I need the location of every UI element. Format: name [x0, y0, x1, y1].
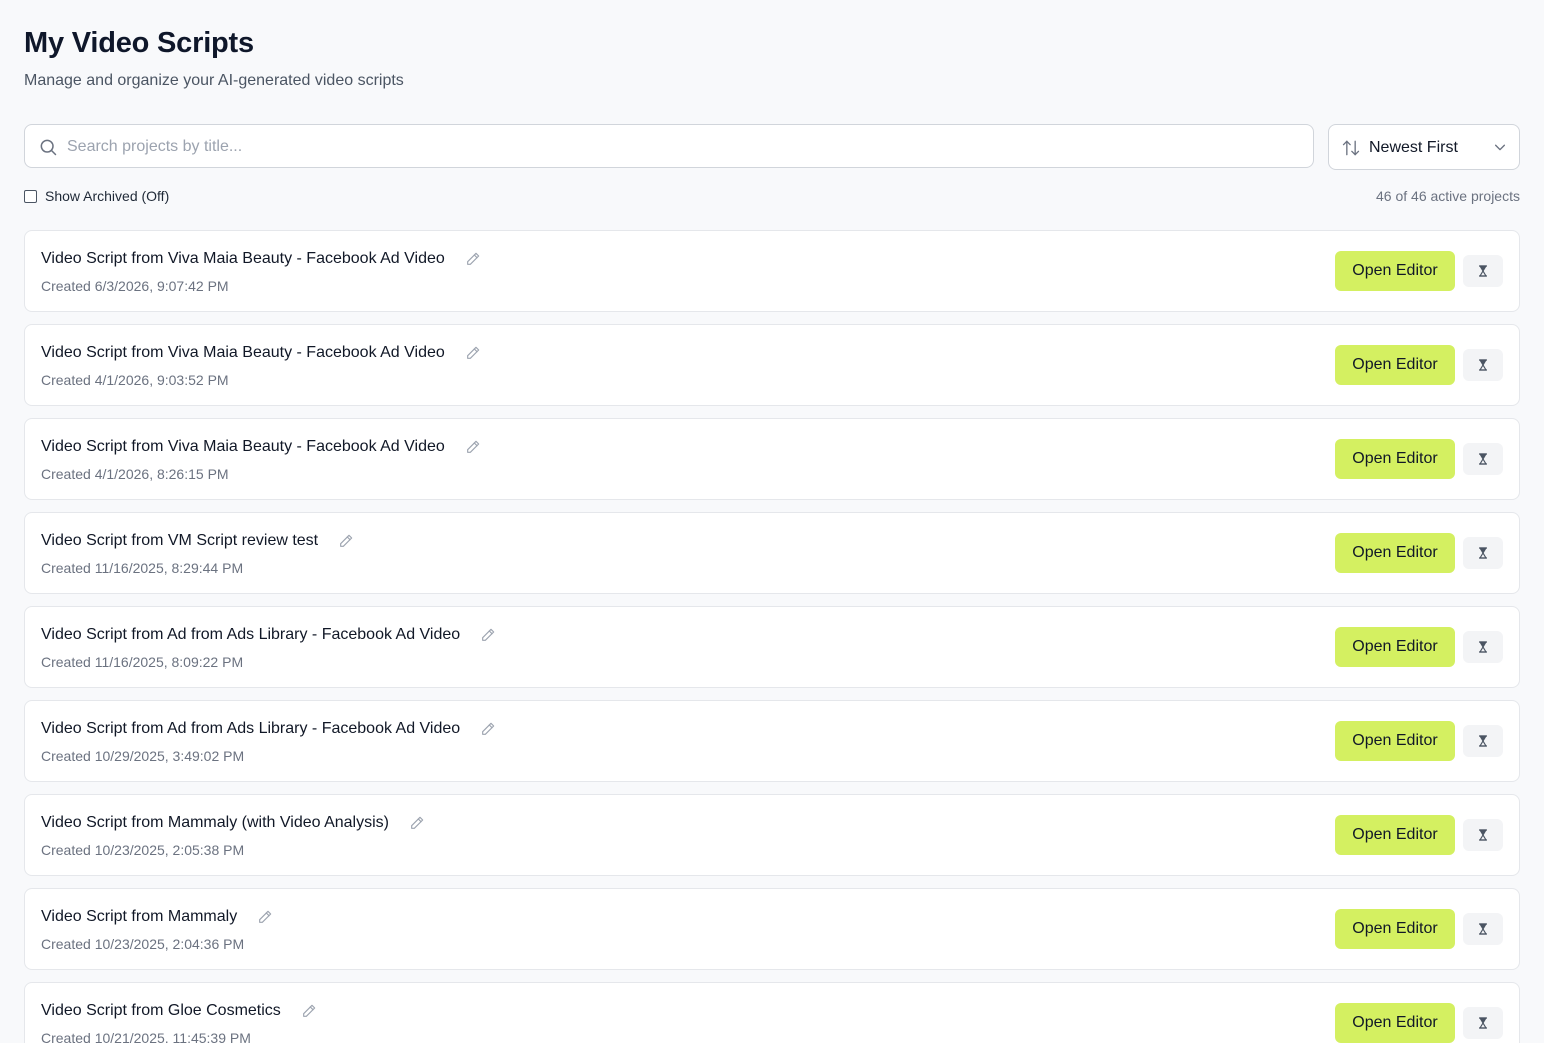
page-subtitle: Manage and organize your AI-generated vi… — [24, 72, 404, 89]
project-count: 46 of 46 active projects — [1376, 188, 1520, 204]
project-title: Video Script from Viva Maia Beauty - Fac… — [41, 438, 445, 455]
project-created-date: Created 4/1/2026, 9:03:52 PM — [41, 372, 229, 388]
show-archived-checkbox[interactable] — [24, 189, 37, 203]
project-title-row: Video Script from Mammaly (with Video An… — [41, 812, 425, 834]
project-title-row: Video Script from Viva Maia Beauty - Fac… — [41, 436, 481, 458]
project-card: Video Script from Viva Maia Beauty - Fac… — [24, 324, 1520, 406]
archive-button[interactable] — [1463, 255, 1503, 287]
archive-button[interactable] — [1463, 725, 1503, 757]
pencil-icon[interactable] — [480, 627, 496, 643]
project-title-row: Video Script from Viva Maia Beauty - Fac… — [41, 248, 481, 270]
project-created-date: Created 11/16/2025, 8:29:44 PM — [41, 560, 244, 576]
project-created-date: Created 6/3/2026, 9:07:42 PM — [41, 278, 229, 294]
hourglass-icon — [1479, 641, 1487, 653]
open-editor-button[interactable]: Open Editor — [1335, 721, 1455, 761]
pencil-icon[interactable] — [338, 533, 354, 549]
project-title: Video Script from Mammaly — [41, 908, 238, 925]
show-archived-toggle[interactable]: Show Archived (Off) — [24, 186, 169, 206]
project-title-row: Video Script from Gloe Cosmetics — [41, 1000, 317, 1022]
open-editor-button[interactable]: Open Editor — [1335, 251, 1455, 291]
show-archived-label: Show Archived (Off) — [45, 188, 170, 204]
search-input[interactable] — [65, 125, 1299, 169]
project-title: Video Script from Gloe Cosmetics — [41, 1002, 281, 1019]
pencil-icon[interactable] — [465, 345, 481, 361]
project-card: Video Script from Viva Maia Beauty - Fac… — [24, 418, 1520, 500]
project-title: Video Script from Ad from Ads Library - … — [41, 626, 461, 643]
page-title: My Video Scripts — [24, 27, 254, 59]
open-editor-button[interactable]: Open Editor — [1335, 627, 1455, 667]
pencil-icon[interactable] — [257, 909, 273, 925]
search-icon — [40, 139, 57, 156]
open-editor-button[interactable]: Open Editor — [1335, 909, 1455, 949]
sort-selected-value: Newest First — [1369, 139, 1458, 156]
project-list: Video Script from Viva Maia Beauty - Fac… — [24, 230, 1520, 1043]
project-created-date: Created 10/21/2025, 11:45:39 PM — [41, 1030, 251, 1043]
project-title: Video Script from VM Script review test — [41, 532, 319, 549]
archive-button[interactable] — [1463, 1007, 1503, 1039]
open-editor-button[interactable]: Open Editor — [1335, 345, 1455, 385]
pencil-icon[interactable] — [301, 1003, 317, 1019]
project-card: Video Script from Mammaly Created 10/23/… — [24, 888, 1520, 970]
page: My Video Scripts Manage and organize you… — [0, 0, 1544, 1043]
project-title: Video Script from Viva Maia Beauty - Fac… — [41, 250, 445, 267]
open-editor-button[interactable]: Open Editor — [1335, 439, 1455, 479]
sort-arrows-icon — [1342, 140, 1360, 156]
archive-button[interactable] — [1463, 443, 1503, 475]
project-title: Video Script from Mammaly (with Video An… — [41, 814, 389, 831]
pencil-icon[interactable] — [465, 251, 481, 267]
hourglass-icon — [1479, 453, 1487, 465]
hourglass-icon — [1479, 829, 1487, 841]
project-card: Video Script from Ad from Ads Library - … — [24, 606, 1520, 688]
project-card: Video Script from VM Script review test … — [24, 512, 1520, 594]
project-card: Video Script from Ad from Ads Library - … — [24, 700, 1520, 782]
pencil-icon[interactable] — [465, 439, 481, 455]
pencil-icon[interactable] — [480, 721, 496, 737]
chevron-down-icon — [1494, 144, 1506, 151]
hourglass-icon — [1479, 735, 1487, 747]
archive-button[interactable] — [1463, 913, 1503, 945]
project-created-date: Created 11/16/2025, 8:09:22 PM — [41, 654, 244, 670]
hourglass-icon — [1479, 359, 1487, 371]
pencil-icon[interactable] — [409, 815, 425, 831]
project-title-row: Video Script from Viva Maia Beauty - Fac… — [41, 342, 481, 364]
project-title-row: Video Script from Ad from Ads Library - … — [41, 624, 496, 646]
project-title-row: Video Script from Ad from Ads Library - … — [41, 718, 496, 740]
project-title-row: Video Script from VM Script review test — [41, 530, 354, 552]
archive-button[interactable] — [1463, 537, 1503, 569]
project-created-date: Created 10/29/2025, 3:49:02 PM — [41, 748, 245, 764]
open-editor-button[interactable]: Open Editor — [1335, 533, 1455, 573]
project-created-date: Created 10/23/2025, 2:05:38 PM — [41, 842, 245, 858]
hourglass-icon — [1479, 1017, 1487, 1029]
project-card: Video Script from Gloe Cosmetics Created… — [24, 982, 1520, 1043]
archive-button[interactable] — [1463, 349, 1503, 381]
project-card: Video Script from Mammaly (with Video An… — [24, 794, 1520, 876]
project-card: Video Script from Viva Maia Beauty - Fac… — [24, 230, 1520, 312]
project-created-date: Created 10/23/2025, 2:04:36 PM — [41, 936, 245, 952]
open-editor-button[interactable]: Open Editor — [1335, 1003, 1455, 1043]
project-created-date: Created 4/1/2026, 8:26:15 PM — [41, 466, 229, 482]
archive-button[interactable] — [1463, 819, 1503, 851]
search-box[interactable] — [24, 124, 1314, 169]
archive-button[interactable] — [1463, 631, 1503, 663]
hourglass-icon — [1479, 547, 1487, 559]
project-title: Video Script from Viva Maia Beauty - Fac… — [41, 344, 445, 361]
open-editor-button[interactable]: Open Editor — [1335, 815, 1455, 855]
hourglass-icon — [1479, 923, 1487, 935]
sort-select[interactable]: Newest First — [1328, 124, 1520, 170]
project-title: Video Script from Ad from Ads Library - … — [41, 720, 461, 737]
project-title-row: Video Script from Mammaly — [41, 906, 273, 928]
hourglass-icon — [1479, 265, 1487, 277]
